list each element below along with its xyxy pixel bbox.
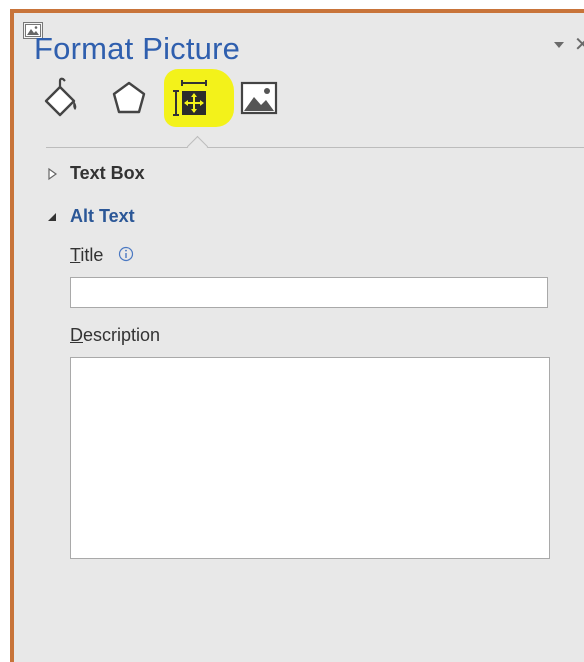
- caret-right-icon: [46, 167, 60, 181]
- tab-picture[interactable]: [238, 77, 280, 119]
- info-icon[interactable]: [118, 246, 134, 267]
- section-alt-text[interactable]: Alt Text: [46, 206, 135, 227]
- size-properties-icon: [173, 80, 207, 116]
- description-label-rest: escription: [83, 325, 161, 345]
- pane-controls: ✕: [554, 35, 584, 55]
- tab-effects[interactable]: [108, 77, 150, 119]
- paint-bucket-icon: [44, 77, 77, 117]
- picture-icon: [240, 81, 278, 115]
- close-icon[interactable]: ✕: [574, 35, 584, 55]
- title-label-mnemonic: T: [70, 245, 81, 265]
- selected-tab-pointer: [186, 135, 209, 158]
- pentagon-icon: [112, 81, 146, 114]
- description-label-mnemonic: D: [70, 325, 83, 345]
- tabs-divider: [46, 147, 584, 148]
- description-input[interactable]: [70, 357, 550, 559]
- caret-down-icon: [46, 210, 60, 224]
- pane-title: Format Picture: [34, 31, 241, 66]
- section-text-box-label: Text Box: [70, 163, 145, 183]
- title-label: Title: [70, 245, 103, 266]
- screenshot-frame: Format Picture ✕ Text Box Alt Text Title…: [0, 0, 584, 662]
- tab-layout-and-properties[interactable]: [170, 77, 212, 119]
- tab-fill-and-line[interactable]: [40, 77, 82, 119]
- section-alt-text-label: Alt Text: [70, 206, 135, 226]
- description-label: Description: [70, 325, 160, 346]
- title-label-rest: itle: [80, 245, 104, 265]
- title-input[interactable]: [70, 277, 548, 308]
- chevron-down-icon[interactable]: [554, 42, 564, 48]
- format-picture-pane: Format Picture ✕ Text Box Alt Text Title…: [14, 13, 584, 662]
- section-text-box[interactable]: Text Box: [46, 163, 145, 184]
